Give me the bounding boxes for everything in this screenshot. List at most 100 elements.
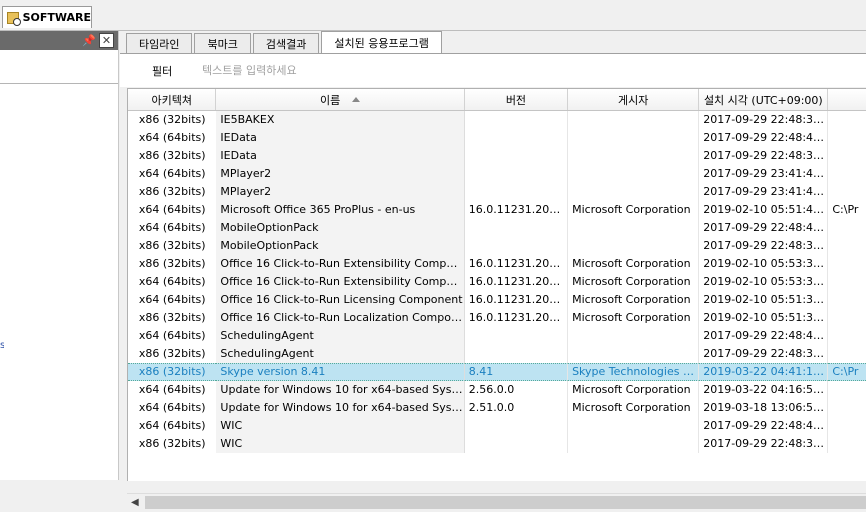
table-row[interactable]: x86 (32bits) SchedulingAgent 2017-09-29 22… — [128, 345, 866, 363]
table-body: x86 (32bits) IE5BAKEX 2017-09-29 22:48:39 … — [128, 111, 866, 453]
name-cell: MPlayer2 — [216, 165, 465, 183]
table-row[interactable]: x86 (32bits) MPlayer2 2017-09-29 23:41:49 … — [128, 183, 866, 201]
publisher-cell: Microsoft Corporation — [568, 309, 700, 327]
version-cell: 8.41 — [464, 363, 569, 381]
install-time-cell: 2017-09-29 22:48:40 Fri — [699, 129, 829, 147]
install-time-cell: 2017-09-29 22:48:39 Fri — [699, 435, 829, 453]
install-time-cell: 2017-09-29 22:48:39 Fri — [699, 345, 829, 363]
name-cell: WIC — [216, 435, 465, 453]
table-row[interactable]: x64 (64bits) Office 16 Click-to-Run Licen… — [128, 291, 866, 309]
scrollbar-thumb[interactable] — [145, 496, 866, 509]
table-row[interactable]: x64 (64bits) MobileOptionPack 2017-09-29 2… — [128, 219, 866, 237]
path-cell — [828, 273, 866, 291]
version-cell: 2.51.0.0 — [465, 399, 569, 417]
column-header-arch[interactable]: 아키텍쳐 — [128, 89, 217, 110]
table-row[interactable]: x86 (32bits) Office 16 Click-to-Run Exten… — [128, 255, 866, 273]
version-cell — [465, 111, 569, 129]
column-header-path[interactable] — [828, 89, 866, 110]
scroll-left-arrow-icon[interactable]: ◀ — [131, 497, 139, 508]
table-row[interactable]: x86 (32bits) MobileOptionPack 2017-09-29 2… — [128, 237, 866, 255]
install-time-cell: 2019-02-10 05:51:45 ... — [699, 201, 829, 219]
pin-icon[interactable]: 📌 — [82, 34, 96, 47]
table-row[interactable]: x64 (64bits) IEData 2017-09-29 22:48:40 Fr… — [128, 129, 866, 147]
publisher-cell — [568, 327, 700, 345]
tab-label: 북마크 — [207, 37, 238, 51]
table-row[interactable]: x86 (32bits) IEData 2017-09-29 22:48:39 Fr… — [128, 147, 866, 165]
tab-bookmarks[interactable]: 북마크 — [194, 33, 251, 53]
name-cell: Microsoft Office 365 ProPlus - en-us — [216, 201, 465, 219]
arch-cell: x86 (32bits) — [128, 345, 217, 363]
table-row[interactable]: x64 (64bits) SchedulingAgent 2017-09-29 22… — [128, 327, 866, 345]
sort-ascending-icon — [352, 97, 361, 102]
path-cell — [828, 165, 866, 183]
document-tab-software[interactable]: SOFTWARE — [2, 6, 92, 28]
install-time-cell: 2019-02-10 05:51:36 ... — [699, 291, 829, 309]
install-time-cell: 2017-09-29 22:48:39 Fri — [699, 111, 829, 129]
version-cell: 16.0.11231.20130 — [465, 201, 569, 219]
path-cell — [828, 237, 866, 255]
publisher-cell: Microsoft Corporation — [568, 201, 700, 219]
install-time-cell: 2017-09-29 22:48:39 Fri — [699, 147, 829, 165]
install-time-cell: 2019-02-10 05:51:34 ... — [699, 309, 829, 327]
horizontal-scrollbar[interactable]: ◀ — [127, 493, 866, 512]
table-header: 아키텍쳐 이름 버전 게시자 설치 시각 (UTC+09:00) — [128, 89, 866, 111]
close-icon[interactable]: ✕ — [99, 33, 114, 48]
version-cell — [465, 165, 569, 183]
version-cell — [465, 435, 569, 453]
left-panel-clipped-item: s — [0, 340, 4, 350]
version-cell: 2.56.0.0 — [465, 381, 569, 399]
left-panel-header: 📌 ✕ — [0, 31, 118, 50]
arch-cell: x86 (32bits) — [128, 111, 217, 129]
publisher-cell — [568, 435, 700, 453]
path-cell — [828, 129, 866, 147]
table-row[interactable]: x64 (64bits) Update for Windows 10 for x6… — [128, 381, 866, 399]
tab-search-results[interactable]: 검색결과 — [252, 33, 320, 53]
table-row[interactable]: x64 (64bits) WIC 2017-09-29 22:48:40 Fri — [128, 417, 866, 435]
table-row[interactable]: x64 (64bits) MPlayer2 2017-09-29 23:41:49 … — [128, 165, 866, 183]
main-panel: 타임라인 북마크 검색결과 설치된 응용프로그램 필터 아키텍쳐 이름 버전 게… — [120, 31, 866, 512]
column-header-name[interactable]: 이름 — [216, 89, 465, 110]
tab-label: 설치된 응용프로그램 — [334, 37, 429, 50]
filter-input[interactable] — [200, 59, 504, 81]
table-row[interactable]: x64 (64bits) Microsoft Office 365 ProPlus… — [128, 201, 866, 219]
path-cell — [828, 111, 866, 129]
install-time-cell: 2019-03-22 04:41:13 Fri — [699, 363, 829, 381]
install-time-cell: 2019-02-10 05:53:31 ... — [699, 273, 829, 291]
table-row[interactable]: x86 (32bits) WIC 2017-09-29 22:48:39 Fri — [128, 435, 866, 453]
name-cell: Office 16 Click-to-Run Extensibility Com… — [216, 255, 465, 273]
column-header-publisher[interactable]: 게시자 — [568, 89, 700, 110]
tab-installed-applications[interactable]: 설치된 응용프로그램 — [321, 31, 442, 54]
table-row[interactable]: x64 (64bits) Update for Windows 10 for x6… — [128, 399, 866, 417]
left-panel-divider — [0, 83, 118, 84]
publisher-cell — [568, 111, 700, 129]
table-row[interactable]: x86 (32bits) Skype version 8.41 8.41 Skype … — [128, 363, 866, 381]
name-cell: Update for Windows 10 for x64-based Syst… — [216, 399, 465, 417]
version-cell — [465, 237, 569, 255]
publisher-cell: Microsoft Corporation — [568, 255, 700, 273]
install-time-cell: 2019-03-18 13:06:52 ... — [699, 399, 829, 417]
path-cell — [828, 417, 866, 435]
column-header-install-time[interactable]: 설치 시각 (UTC+09:00) — [699, 89, 829, 110]
name-cell: WIC — [216, 417, 465, 435]
column-header-label: 게시자 — [617, 93, 649, 107]
path-cell — [828, 291, 866, 309]
column-header-version[interactable]: 버전 — [465, 89, 569, 110]
arch-cell: x64 (64bits) — [128, 273, 217, 291]
name-cell: Update for Windows 10 for x64-based Syst… — [216, 381, 465, 399]
path-cell — [828, 183, 866, 201]
name-cell: Office 16 Click-to-Run Licensing Compone… — [216, 291, 465, 309]
install-time-cell: 2017-09-29 22:48:40 Fri — [699, 327, 829, 345]
name-cell: MPlayer2 — [216, 183, 465, 201]
tab-timeline[interactable]: 타임라인 — [126, 33, 193, 53]
arch-cell: x64 (64bits) — [128, 219, 217, 237]
path-cell — [828, 219, 866, 237]
path-cell — [828, 147, 866, 165]
path-cell: C:\Pr — [828, 363, 866, 381]
publisher-cell: Skype Technologies S.A. — [568, 363, 700, 381]
table-row[interactable]: x86 (32bits) IE5BAKEX 2017-09-29 22:48:39 … — [128, 111, 866, 129]
name-cell: MobileOptionPack — [216, 237, 465, 255]
table-row[interactable]: x64 (64bits) Office 16 Click-to-Run Exten… — [128, 273, 866, 291]
table-row[interactable]: x86 (32bits) Office 16 Click-to-Run Local… — [128, 309, 866, 327]
registry-hive-icon — [7, 11, 21, 26]
installed-apps-table: 아키텍쳐 이름 버전 게시자 설치 시각 (UTC+09:00) x86 (32… — [127, 88, 866, 481]
